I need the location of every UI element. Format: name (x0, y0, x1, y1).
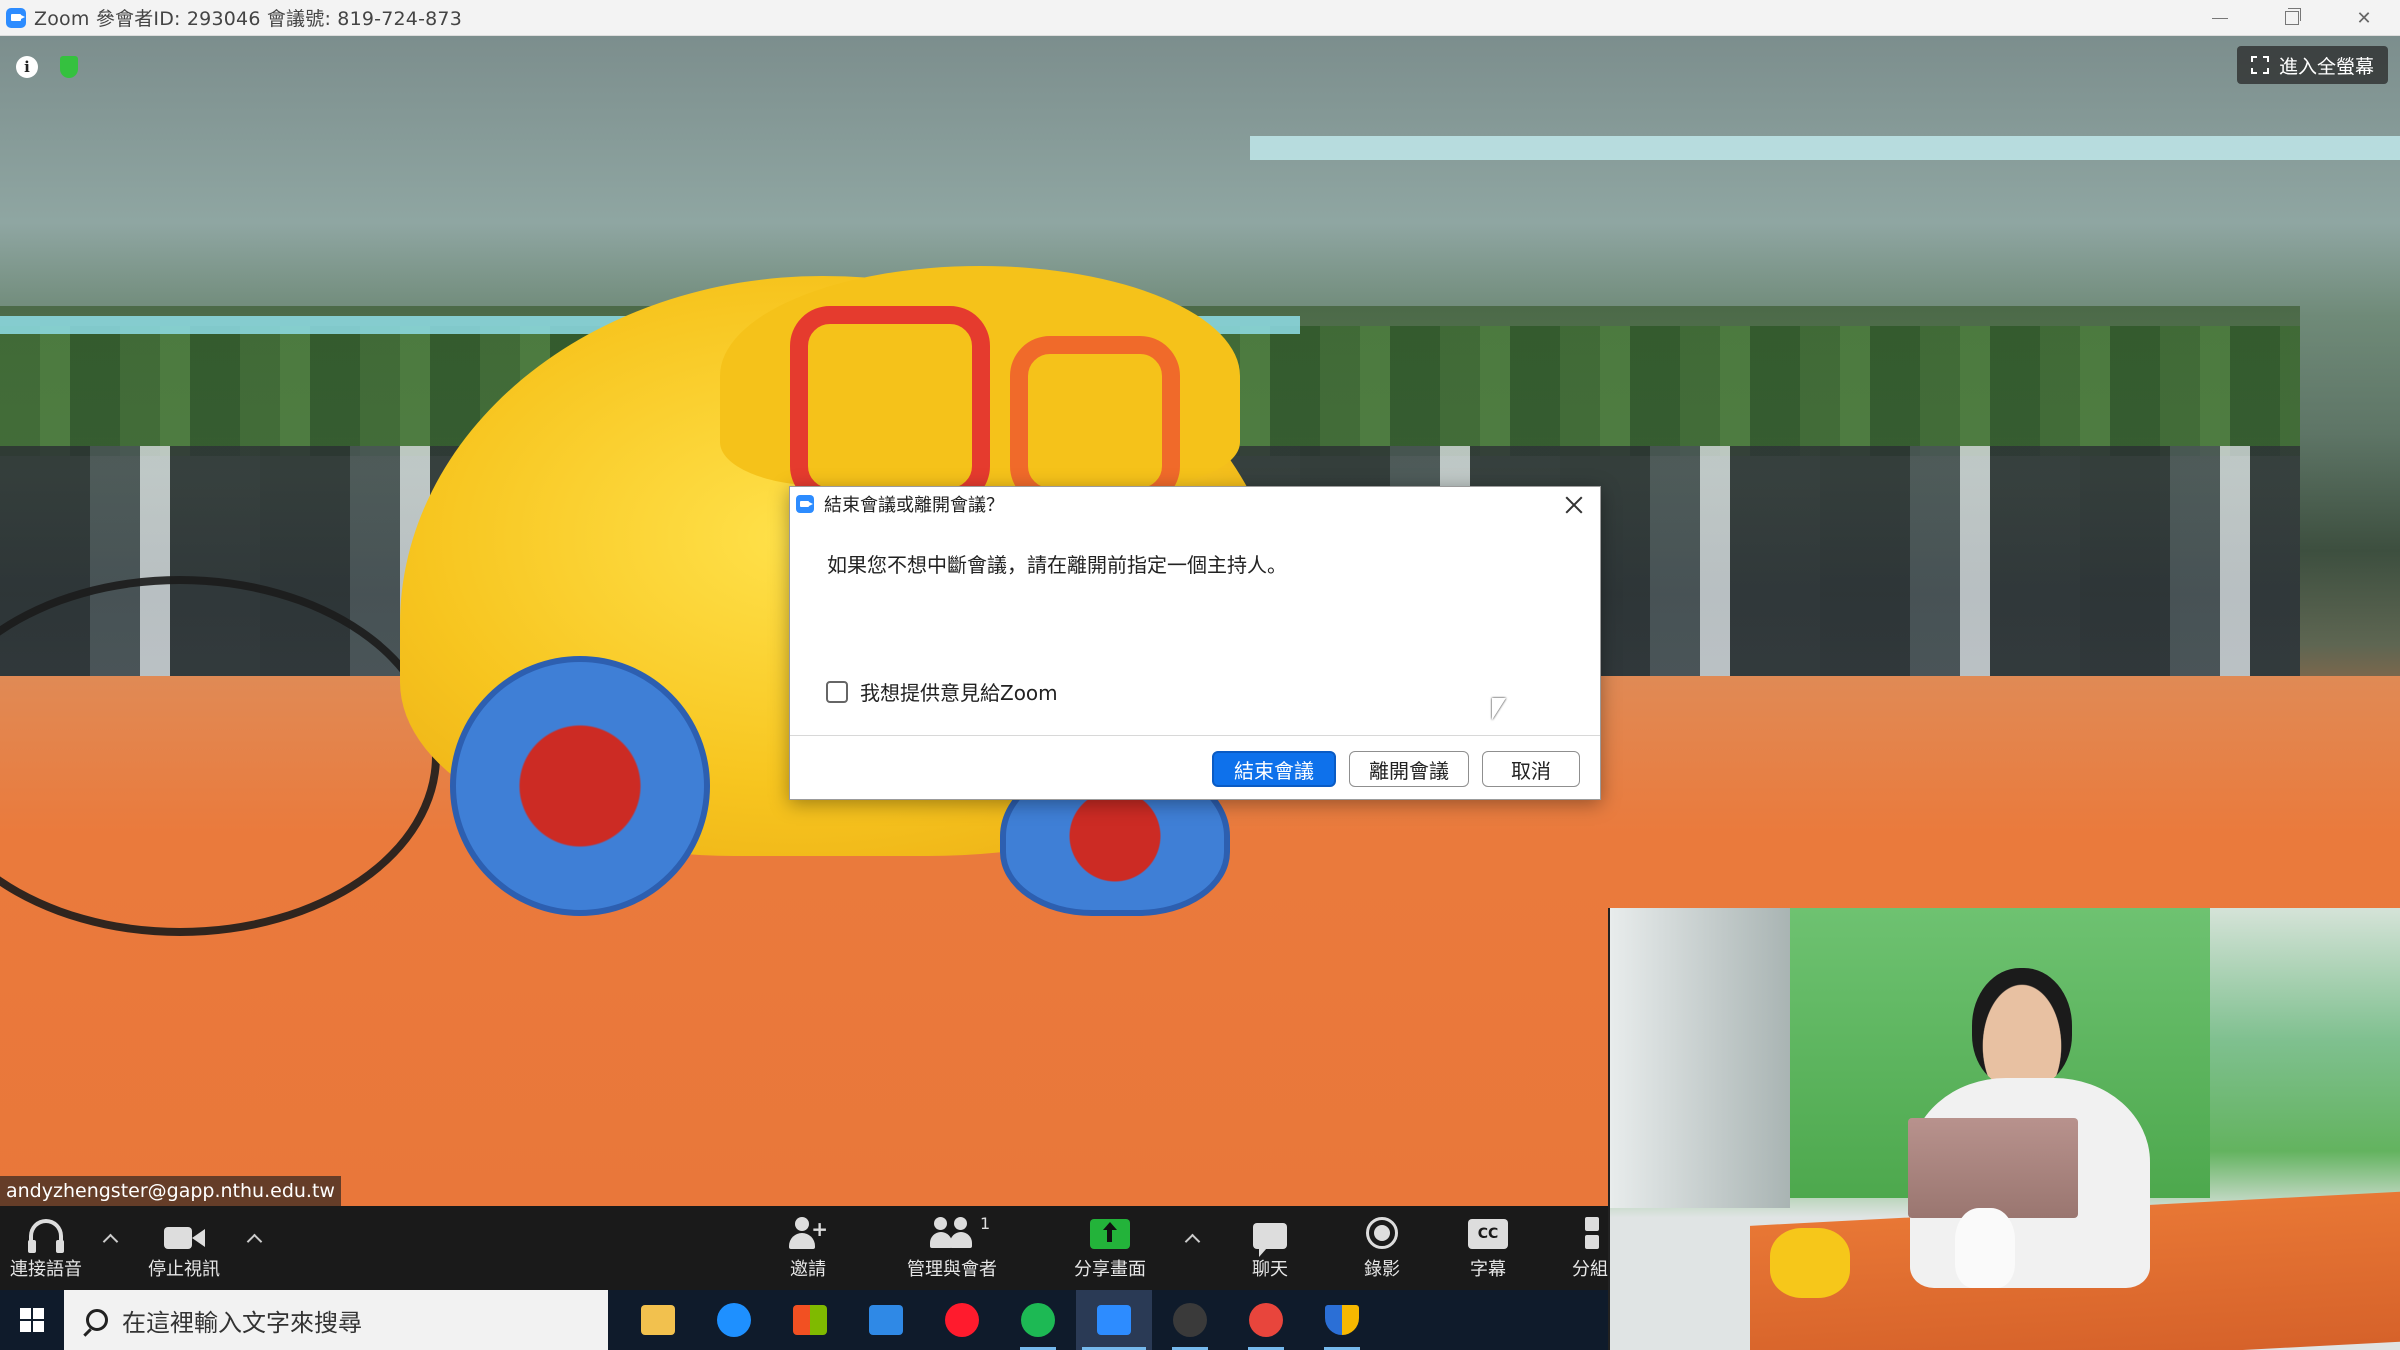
dialog-close-icon[interactable] (1564, 495, 1584, 515)
minimize-icon (2212, 17, 2228, 19)
self-view-laptop (1908, 1118, 2078, 1218)
participant-count-badge: 1 (980, 1214, 991, 1233)
toy-car-window (790, 306, 990, 506)
security-shield-icon (1325, 1305, 1359, 1335)
chat-button[interactable]: 聊天 (1230, 1206, 1310, 1290)
share-options-chevron-icon[interactable] (1182, 1228, 1204, 1250)
taskbar-search-placeholder: 在這裡輸入文字來搜尋 (122, 1308, 362, 1337)
taskbar-app-obs[interactable] (1152, 1290, 1228, 1350)
close-icon: ✕ (2356, 7, 2372, 29)
join-audio-label: 連接語音 (10, 1259, 82, 1280)
share-screen-button[interactable]: 分享畫面 (1060, 1206, 1160, 1290)
windows-taskbar: 在這裡輸入文字來搜尋 (0, 1290, 1608, 1350)
enter-fullscreen-button[interactable]: 進入全螢幕 (2236, 46, 2388, 84)
edge-icon (717, 1303, 751, 1337)
captions-icon: CC (1468, 1219, 1508, 1249)
encryption-shield-icon[interactable] (60, 56, 78, 78)
join-audio-button[interactable]: 連接語音 (0, 1206, 92, 1290)
share-screen-label: 分享畫面 (1074, 1259, 1146, 1280)
end-meeting-button[interactable]: 結束會議 (1212, 751, 1336, 787)
window-title: Zoom 參會者ID: 293046 會議號: 819-724-873 (34, 8, 463, 30)
taskbar-app-list (620, 1290, 1380, 1350)
feedback-checkbox-row[interactable]: 我想提供意見給Zoom (826, 677, 1058, 706)
toy-car-window-heart (1010, 336, 1180, 506)
chat-icon (1253, 1223, 1287, 1257)
zoom-dialog-icon (796, 495, 814, 513)
self-view-camera (1955, 1208, 2015, 1288)
taskbar-app-spotify[interactable] (1000, 1290, 1076, 1350)
obs-icon (1173, 1303, 1207, 1337)
dialog-divider (790, 735, 1600, 736)
invite-button[interactable]: + 邀請 (768, 1206, 848, 1290)
start-button[interactable] (0, 1290, 64, 1350)
headphone-icon (28, 1219, 64, 1253)
feedback-checkbox-label[interactable]: 我想提供意見給Zoom (860, 677, 1058, 706)
breakout-rooms-label: 分組 (1572, 1259, 1608, 1280)
taskbar-app-chrome[interactable] (1228, 1290, 1304, 1350)
self-view-wall (1610, 908, 1790, 1208)
stop-video-label: 停止視訊 (148, 1259, 220, 1280)
video-camera-icon (164, 1227, 205, 1249)
manage-participants-label: 管理與會者 (907, 1259, 997, 1280)
taskbar-search-box[interactable]: 在這裡輸入文字來搜尋 (64, 1290, 608, 1350)
leave-meeting-button[interactable]: 離開會議 (1349, 751, 1469, 787)
taskbar-app-security-shield[interactable] (1304, 1290, 1380, 1350)
chrome-icon (1249, 1303, 1283, 1337)
restore-icon (2285, 8, 2301, 25)
invite-person-icon: + (788, 1217, 828, 1249)
invite-label: 邀請 (790, 1259, 826, 1280)
windows-logo-icon (20, 1308, 44, 1332)
participants-icon (930, 1217, 974, 1249)
taskbar-app-edge[interactable] (696, 1290, 772, 1350)
breakout-rooms-icon (1573, 1217, 1607, 1249)
spotify-icon (1021, 1303, 1055, 1337)
captions-button[interactable]: CC 字幕 (1448, 1206, 1528, 1290)
minimize-button[interactable] (2184, 0, 2256, 36)
file-explorer-icon (641, 1305, 675, 1335)
meeting-toolbar: 連接語音 停止視訊 + 邀請 管理與會者 1 分享畫面 聊天 錄影 CC 字幕 … (0, 1206, 1608, 1290)
breakout-rooms-button[interactable]: 分組 (1560, 1206, 1620, 1290)
audio-options-chevron-icon[interactable] (100, 1228, 122, 1250)
feedback-checkbox[interactable] (826, 680, 848, 703)
mouse-cursor-icon (1492, 698, 1506, 720)
chat-label: 聊天 (1252, 1259, 1288, 1280)
window-titlebar: Zoom 參會者ID: 293046 會議號: 819-724-873 ✕ (0, 0, 2400, 36)
taskbar-app-file-explorer[interactable] (620, 1290, 696, 1350)
manage-participants-button[interactable]: 管理與會者 (890, 1206, 1014, 1290)
search-icon (86, 1309, 108, 1331)
window-controls: ✕ (2184, 0, 2400, 36)
restore-button[interactable] (2256, 0, 2328, 36)
toy-car-front-wheel (450, 656, 710, 916)
stop-video-button[interactable]: 停止視訊 (138, 1206, 230, 1290)
dialog-message: 如果您不想中斷會議，請在離開前指定一個主持人。 (827, 553, 1287, 577)
dialog-title: 結束會議或離開會議？ (824, 495, 1004, 516)
store-icon (793, 1305, 827, 1335)
record-label: 錄影 (1364, 1259, 1400, 1280)
close-window-button[interactable]: ✕ (2328, 0, 2400, 36)
mail-icon (869, 1305, 903, 1335)
taskbar-app-opera[interactable] (924, 1290, 1000, 1350)
dialog-titlebar: 結束會議或離開會議？ (790, 487, 1600, 521)
video-options-chevron-icon[interactable] (244, 1228, 266, 1250)
taskbar-app-mail[interactable] (848, 1290, 924, 1350)
taskbar-app-zoom[interactable] (1076, 1290, 1152, 1350)
self-view-toy-car (1770, 1228, 1850, 1298)
record-button[interactable]: 錄影 (1342, 1206, 1422, 1290)
taskbar-app-store[interactable] (772, 1290, 848, 1350)
video-scene-shelf (1250, 136, 2400, 160)
fullscreen-icon (2250, 56, 2269, 74)
zoom-icon (1097, 1305, 1131, 1335)
end-meeting-dialog: 結束會議或離開會議？ 如果您不想中斷會議，請在離開前指定一個主持人。 我想提供意… (789, 486, 1601, 800)
record-icon (1366, 1217, 1398, 1249)
zoom-app-icon (6, 7, 26, 28)
speaker-name-tag: andyzhengster@gapp.nthu.edu.tw (0, 1176, 341, 1206)
fullscreen-label: 進入全螢幕 (2278, 55, 2374, 78)
cancel-button[interactable]: 取消 (1482, 751, 1580, 787)
captions-label: 字幕 (1470, 1259, 1506, 1280)
meeting-info-icon[interactable]: i (16, 56, 38, 78)
self-video-view[interactable] (1608, 908, 2400, 1350)
opera-icon (945, 1303, 979, 1337)
share-screen-icon (1090, 1219, 1130, 1249)
